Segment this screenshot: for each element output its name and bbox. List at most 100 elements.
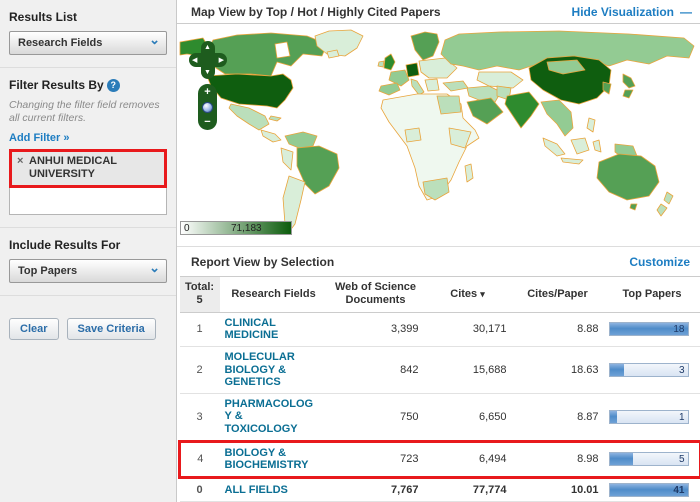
country-uk[interactable] — [384, 54, 395, 70]
top-papers-cell: 1 — [604, 393, 700, 441]
bar-value: 18 — [673, 324, 684, 335]
table-row: 4BIOLOGY & BIOCHEMISTRY7236,4948.985 — [180, 441, 700, 477]
country-sumatra[interactable] — [543, 138, 565, 156]
main-panel: Map View by Top / Hot / Highly Cited Pap… — [177, 0, 700, 502]
active-filter-item[interactable]: × ANHUI MEDICAL UNIVERSITY — [9, 149, 167, 187]
page: Results List Research Fields ⌄ Filter Re… — [0, 0, 700, 502]
cites-cell: 77,774 — [424, 478, 512, 502]
field-link[interactable]: CLINICAL MEDICINE — [225, 317, 323, 342]
country-balkans[interactable] — [425, 79, 439, 91]
country-hudson_bay[interactable] — [275, 42, 290, 58]
map-pan-control[interactable]: ▲ ▼ ◀ ▶ — [189, 41, 227, 79]
help-icon[interactable]: ? — [107, 79, 120, 92]
filter-results-heading: Filter Results By? — [9, 78, 167, 92]
country-turkey[interactable] — [443, 81, 468, 91]
remove-filter-icon[interactable]: × — [17, 155, 23, 168]
cites-per-paper-cell: 10.01 — [512, 478, 604, 502]
country-scandinavia[interactable] — [411, 32, 439, 60]
rank-cell: 4 — [180, 441, 220, 477]
top-papers-bar: 18 — [609, 322, 689, 336]
docs-cell: 7,767 — [328, 478, 424, 502]
country-tasmania[interactable] — [630, 204, 637, 210]
world-map[interactable]: ▲ ▼ ◀ ▶ + − 0 71,183 — [177, 24, 700, 240]
bar-value: 41 — [673, 485, 684, 496]
country-sulawesi[interactable] — [593, 140, 601, 152]
save-criteria-button[interactable]: Save Criteria — [67, 318, 156, 340]
country-cuba[interactable] — [269, 116, 281, 121]
col-cites-sort[interactable]: Cites ▾ — [424, 277, 512, 312]
table-row: 3PHARMACOLOG Y & TOXICOLOGY7506,6508.871 — [180, 393, 700, 441]
top-papers-cell: 5 — [604, 441, 700, 477]
country-usa[interactable] — [207, 74, 293, 108]
zoom-in-icon[interactable]: + — [204, 87, 210, 97]
country-kazakhstan[interactable] — [477, 72, 523, 88]
globe-icon[interactable] — [202, 102, 213, 113]
country-peru[interactable] — [281, 148, 293, 170]
report-section: Report View by Selection Customize Total… — [177, 246, 700, 502]
cites-cell: 15,688 — [424, 346, 512, 393]
docs-cell: 3,399 — [328, 312, 424, 346]
rank-cell: 1 — [180, 312, 220, 346]
country-germany[interactable] — [406, 63, 419, 77]
add-filter-link[interactable]: Add Filter » — [9, 132, 70, 144]
country-new_zealand[interactable] — [657, 192, 673, 216]
results-list-value: Research Fields — [18, 37, 102, 49]
map-zoom-control[interactable]: + − — [198, 84, 217, 130]
chevron-down-icon: ⌄ — [149, 263, 160, 273]
top-papers-bar: 3 — [609, 363, 689, 377]
country-central_america[interactable] — [261, 130, 281, 142]
report-table: Total: 5 Research Fields Web of Science … — [178, 276, 700, 502]
customize-link[interactable]: Customize — [629, 255, 690, 269]
clear-button[interactable]: Clear — [9, 318, 59, 340]
legend-max-label: 71,183 — [231, 223, 262, 234]
country-se_asia[interactable] — [541, 100, 573, 136]
country-madagascar[interactable] — [465, 164, 473, 182]
country-korea[interactable] — [603, 82, 611, 94]
field-link[interactable]: ALL FIELDS — [225, 484, 323, 497]
pan-down-icon[interactable]: ▼ — [204, 69, 211, 76]
field-link[interactable]: PHARMACOLOG Y & TOXICOLOGY — [225, 398, 323, 436]
country-mexico[interactable] — [229, 104, 269, 130]
country-spain[interactable] — [379, 83, 400, 95]
docs-cell: 750 — [328, 393, 424, 441]
country-japan[interactable] — [623, 74, 635, 98]
pan-left-icon[interactable]: ◀ — [192, 57, 197, 64]
field-link[interactable]: MOLECULAR BIOLOGY & GENETICS — [225, 351, 323, 389]
table-row: 2MOLECULAR BIOLOGY & GENETICS84215,68818… — [180, 346, 700, 393]
include-results-dropdown[interactable]: Top Papers ⌄ — [9, 259, 167, 283]
cites-cell: 6,494 — [424, 441, 512, 477]
country-australia[interactable] — [597, 154, 659, 200]
cites-cell: 6,650 — [424, 393, 512, 441]
zoom-out-icon[interactable]: − — [204, 117, 210, 127]
choropleth-map — [179, 28, 697, 250]
hide-visualization-link[interactable]: Hide Visualization— — [572, 5, 692, 19]
country-borneo[interactable] — [571, 138, 589, 154]
top-papers-bar: 1 — [609, 410, 689, 424]
top-papers-cell: 18 — [604, 312, 700, 346]
col-cites-per-paper: Cites/Paper — [512, 277, 604, 312]
country-nigeria[interactable] — [405, 128, 421, 142]
map-view-title: Map View by Top / Hot / Highly Cited Pap… — [191, 5, 441, 19]
pan-right-icon[interactable]: ▶ — [219, 57, 224, 64]
country-saudi_arabia[interactable] — [467, 98, 503, 124]
bar-fill — [610, 453, 633, 465]
field-cell: BIOLOGY & BIOCHEMISTRY — [220, 441, 328, 477]
country-ireland[interactable] — [378, 61, 384, 67]
field-link[interactable]: BIOLOGY & BIOCHEMISTRY — [225, 447, 323, 472]
country-egypt[interactable] — [437, 96, 461, 114]
map-legend: 0 71,183 — [180, 221, 292, 235]
divider — [0, 227, 176, 228]
country-philippines[interactable] — [587, 118, 595, 132]
chevron-down-icon: ⌄ — [149, 35, 160, 45]
bar-fill — [610, 411, 617, 423]
country-italy[interactable] — [411, 79, 424, 95]
country-india[interactable] — [505, 92, 539, 128]
country-colombia_venezuela[interactable] — [285, 132, 317, 148]
filter-note: Changing the filter field removes all cu… — [9, 99, 167, 125]
field-cell: PHARMACOLOG Y & TOXICOLOGY — [220, 393, 328, 441]
country-java[interactable] — [561, 158, 583, 164]
collapse-icon: — — [680, 5, 692, 19]
results-list-dropdown[interactable]: Research Fields ⌄ — [9, 31, 167, 55]
pan-up-icon[interactable]: ▲ — [204, 44, 211, 51]
docs-cell: 723 — [328, 441, 424, 477]
